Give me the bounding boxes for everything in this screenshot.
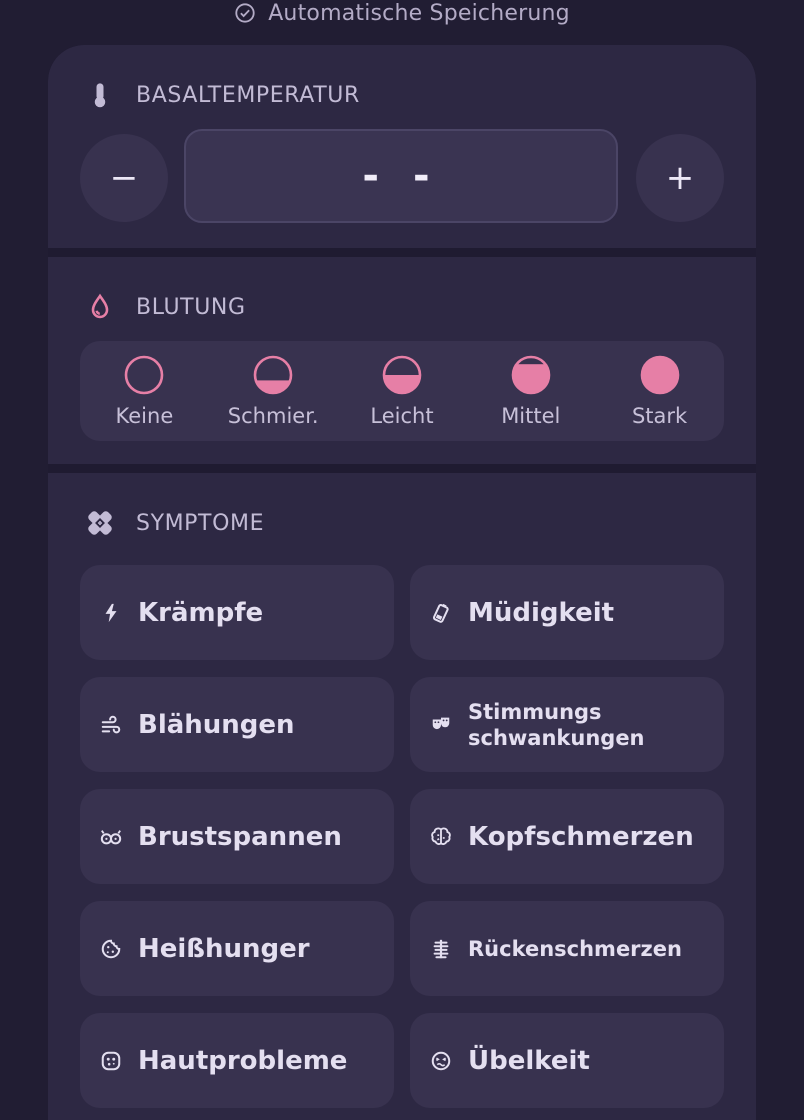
thermometer-icon bbox=[94, 83, 106, 108]
check-circle-icon bbox=[235, 3, 255, 23]
symptom-chip-8[interactable]: Rückenschmerzen bbox=[410, 901, 724, 996]
spine-icon bbox=[433, 939, 449, 958]
symptom-label: Krämpfe bbox=[138, 597, 264, 628]
bleeding-option-label: Keine bbox=[115, 404, 174, 428]
bleeding-level-icon bbox=[253, 355, 293, 395]
temperature-header: BASALTEMPERATUR bbox=[86, 81, 360, 109]
day-entry-panel: BASALTEMPERATUR − - - + BLUTUNG Keine Sch… bbox=[48, 45, 756, 1120]
autosave-status: Automatische Speicherung bbox=[0, 0, 804, 26]
bleeding-option-label: Stark bbox=[631, 404, 688, 428]
cookie-icon bbox=[101, 939, 121, 958]
bleeding-card: BLUTUNG Keine Schmier. Leicht Mittel Stark bbox=[48, 257, 756, 464]
symptom-label: Blähungen bbox=[138, 709, 295, 740]
symptom-chip-4[interactable]: Stimmungs schwankungen bbox=[410, 677, 724, 772]
masks-icon bbox=[432, 717, 450, 729]
face-skin-icon bbox=[101, 1051, 121, 1070]
bleeding-option-leicht[interactable]: Leicht bbox=[342, 354, 462, 428]
symptom-chip-5[interactable]: Brustspannen bbox=[80, 789, 394, 884]
bleeding-level-icon bbox=[640, 355, 679, 395]
battery-low-icon bbox=[432, 603, 449, 623]
nausea-face-icon bbox=[431, 1051, 451, 1070]
temperature-value[interactable]: - - bbox=[184, 129, 618, 223]
bleeding-option-label: Mittel bbox=[501, 404, 561, 428]
bleeding-option-stark[interactable]: Stark bbox=[600, 354, 720, 428]
bleeding-option-label: Leicht bbox=[370, 404, 434, 428]
symptom-chip-6[interactable]: Kopfschmerzen bbox=[410, 789, 724, 884]
minus-icon: − bbox=[109, 158, 139, 198]
symptom-label: Brustspannen bbox=[138, 821, 342, 852]
symptoms-title: SYMPTOME bbox=[136, 510, 265, 536]
temperature-increment-button[interactable]: + bbox=[636, 134, 724, 222]
bleeding-option-schmier[interactable]: Schmier. bbox=[213, 354, 333, 428]
bleeding-level-icon bbox=[125, 355, 164, 395]
bleeding-level-icon bbox=[511, 355, 551, 395]
bandage-icon bbox=[88, 511, 112, 535]
bolt-icon bbox=[105, 603, 117, 622]
symptom-label: Stimmungs schwankungen bbox=[468, 699, 645, 750]
bleeding-header: BLUTUNG bbox=[86, 293, 246, 321]
symptom-chip-3[interactable]: Blähungen bbox=[80, 677, 394, 772]
symptoms-grid: Krämpfe Müdigkeit Blähungen Stimmungs schwa… bbox=[80, 565, 724, 1108]
temperature-value-text: - - bbox=[362, 153, 440, 199]
bleeding-level-icon bbox=[382, 355, 422, 395]
symptom-chip-2[interactable]: Müdigkeit bbox=[410, 565, 724, 660]
symptom-label: Heißhunger bbox=[138, 933, 310, 964]
brain-icon bbox=[431, 827, 451, 845]
bleeding-option-mittel[interactable]: Mittel bbox=[471, 354, 591, 428]
symptom-chip-9[interactable]: Hautprobleme bbox=[80, 1013, 394, 1108]
symptom-label: Kopfschmerzen bbox=[468, 821, 694, 852]
wind-icon bbox=[101, 715, 121, 733]
bleeding-title: BLUTUNG bbox=[136, 294, 246, 320]
drop-icon bbox=[91, 293, 109, 319]
symptom-label: Müdigkeit bbox=[468, 597, 615, 628]
breast-icon bbox=[100, 829, 122, 844]
bleeding-options: Keine Schmier. Leicht Mittel Stark bbox=[80, 341, 724, 441]
temperature-card: BASALTEMPERATUR − - - + bbox=[48, 45, 756, 248]
symptom-label: Rückenschmerzen bbox=[468, 936, 682, 961]
symptom-chip-1[interactable]: Krämpfe bbox=[80, 565, 394, 660]
symptom-chip-7[interactable]: Heißhunger bbox=[80, 901, 394, 996]
plus-icon: + bbox=[665, 158, 695, 198]
autosave-label: Automatische Speicherung bbox=[268, 0, 570, 26]
bleeding-option-keine[interactable]: Keine bbox=[84, 354, 204, 428]
symptom-chip-10[interactable]: Übelkeit bbox=[410, 1013, 724, 1108]
symptom-label: Hautprobleme bbox=[138, 1045, 348, 1076]
bleeding-option-label: Schmier. bbox=[227, 404, 319, 428]
symptoms-header: SYMPTOME bbox=[86, 509, 264, 537]
temperature-title: BASALTEMPERATUR bbox=[136, 82, 360, 108]
symptom-label: Übelkeit bbox=[468, 1045, 590, 1076]
temperature-decrement-button[interactable]: − bbox=[80, 134, 168, 222]
symptoms-card: SYMPTOME Krämpfe Müdigkeit Blähungen Stimmu… bbox=[48, 473, 756, 1120]
